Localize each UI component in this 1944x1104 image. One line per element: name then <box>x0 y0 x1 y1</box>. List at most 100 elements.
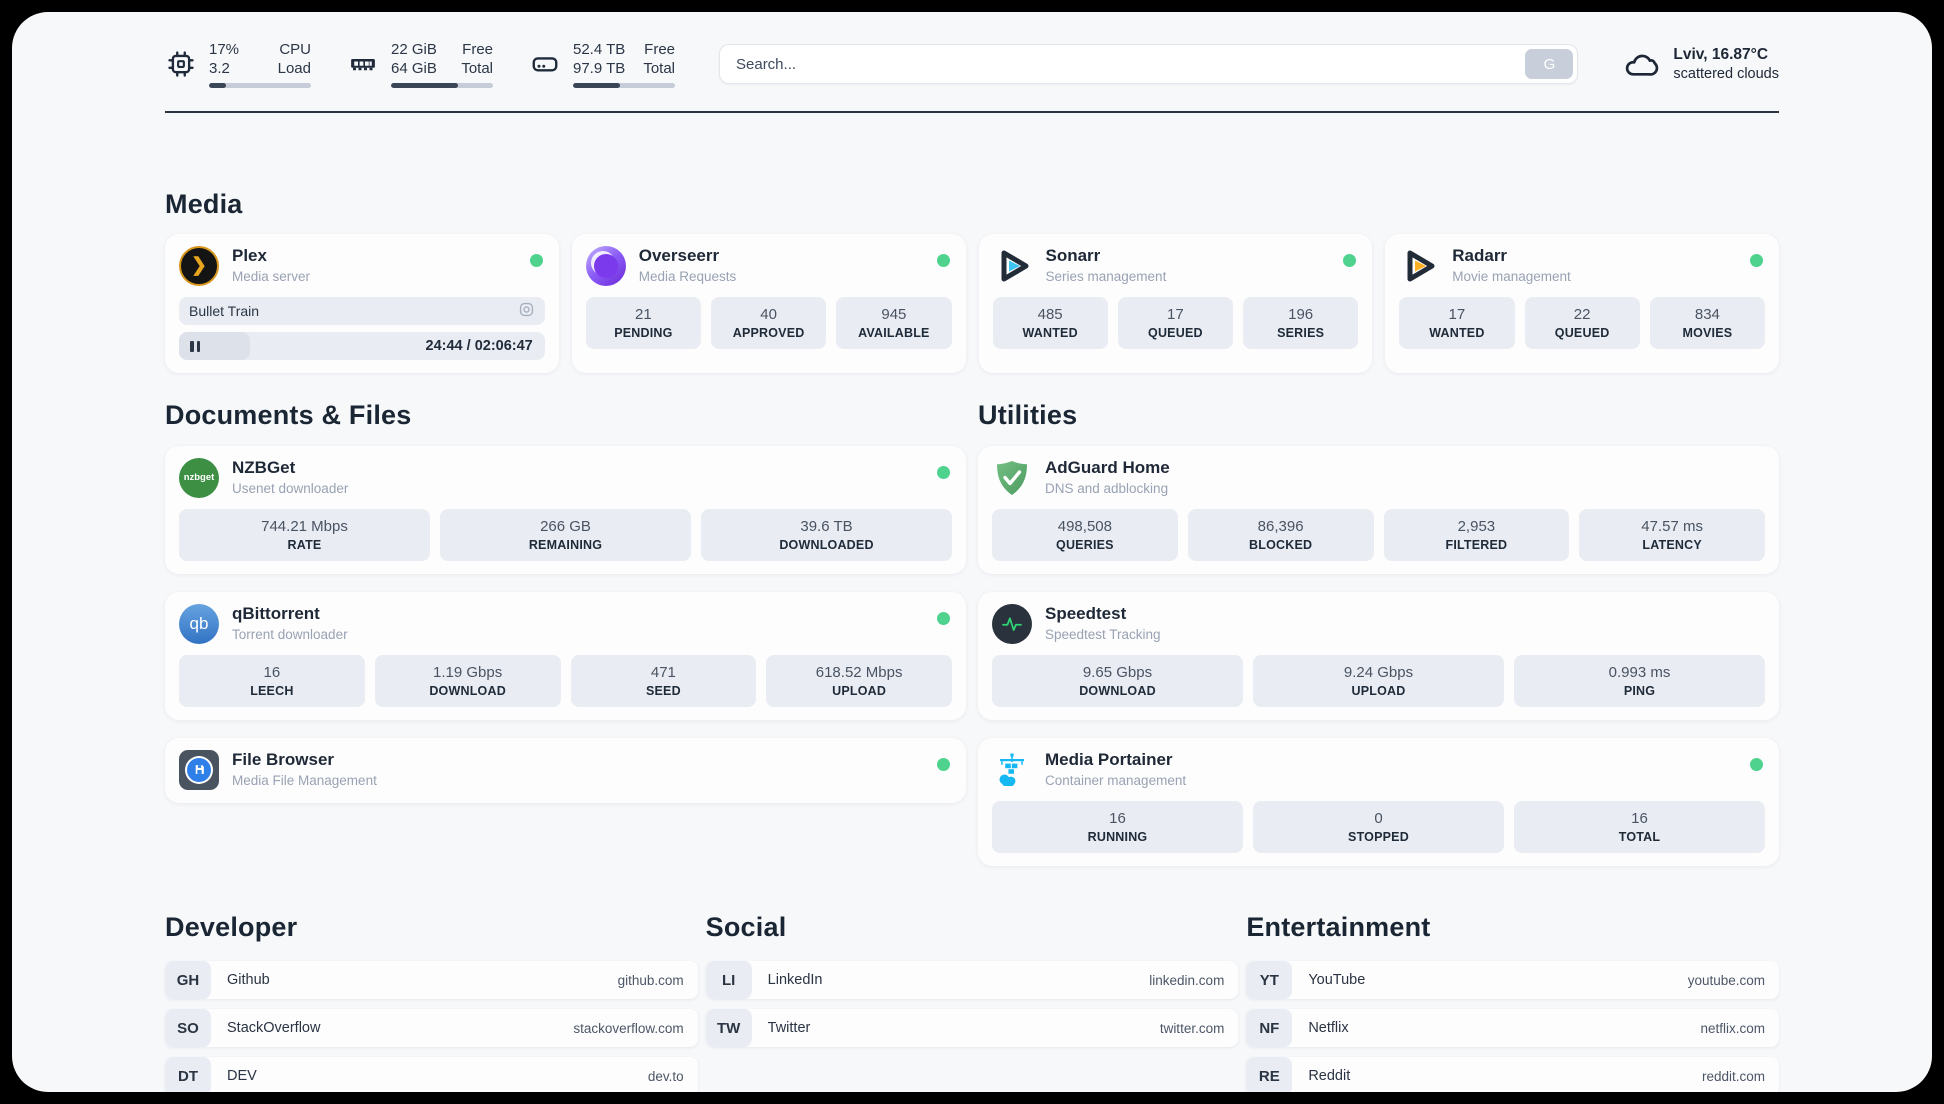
stat-tile: 0.993 ms PING <box>1514 655 1765 707</box>
ram-total: 64 GiB <box>391 60 437 77</box>
overseerr-icon <box>585 245 626 286</box>
stat-tile: 471 SEED <box>570 655 757 707</box>
search-input[interactable] <box>719 44 1579 84</box>
app-title: Overseerr <box>638 246 720 265</box>
stat-value: 16 <box>1109 810 1126 827</box>
playback-progress-bar[interactable]: 24:44 / 02:06:47 <box>179 332 545 360</box>
media-grid: ❯ Plex Media server Bullet Train 24:44 /… <box>165 234 1779 373</box>
top-bar: 17% CPU 3.2 Load 22 GiB Free 64 GiB Tota… <box>165 40 1779 88</box>
weather-widget[interactable]: Lviv, 16.87°C scattered clouds <box>1622 45 1779 84</box>
qbittorrent-icon: qb <box>179 603 219 644</box>
bookmark-dev[interactable]: DT DEV dev.to <box>165 1057 698 1092</box>
app-subtitle: Torrent downloader <box>232 627 348 642</box>
stat-tile: 17 WANTED <box>1399 297 1515 349</box>
status-online-dot <box>937 466 950 479</box>
ram-usage-widget: 22 GiB Free 64 GiB Total <box>347 40 493 88</box>
stat-value: 485 <box>1037 306 1063 323</box>
bookmark-github[interactable]: GH Github github.com <box>165 961 698 999</box>
bookmark-name: Netflix <box>1308 1020 1349 1036</box>
filebrowser-card[interactable]: File Browser Media File Management <box>165 738 966 803</box>
stat-tile: 1.19 Gbps DOWNLOAD <box>374 655 561 707</box>
adguard-card[interactable]: AdGuard Home DNS and adblocking 498,508 Q… <box>978 446 1779 574</box>
stat-label: PENDING <box>614 326 673 340</box>
stat-tile: 2,953 FILTERED <box>1383 509 1570 561</box>
search-engine-button[interactable]: G <box>1525 49 1574 79</box>
cpu-load-label: Load <box>277 60 311 77</box>
app-subtitle: Usenet downloader <box>232 481 349 496</box>
bookmark-twitter[interactable]: TW Twitter twitter.com <box>705 1009 1239 1047</box>
qbittorrent-card[interactable]: qb qBittorrent Torrent downloader 16 LEEC… <box>165 592 966 720</box>
reddit-badge: RE <box>1246 1057 1293 1092</box>
dev-badge: DT <box>165 1057 211 1092</box>
overseerr-card[interactable]: Overseerr Media Requests 21 PENDING 40 APP… <box>571 234 966 373</box>
bookmark-netflix[interactable]: NF Netflix netflix.com <box>1246 1009 1779 1047</box>
session-icon <box>518 301 535 321</box>
adguard-icon <box>992 458 1032 498</box>
stat-tile: 16 LEECH <box>179 655 365 707</box>
stat-value: 17 <box>1167 306 1184 323</box>
stat-label: UPLOAD <box>832 684 887 698</box>
app-title: NZBGet <box>232 458 296 477</box>
stat-tile: 9.24 Gbps UPLOAD <box>1253 655 1504 707</box>
stat-tile: 618.52 Mbps UPLOAD <box>766 655 952 707</box>
stat-value: 16 <box>1631 810 1648 827</box>
stat-value: 40 <box>760 306 777 323</box>
stat-value: 618.52 Mbps <box>815 664 903 681</box>
stat-tile: 498,508 QUERIES <box>992 509 1178 561</box>
stat-tile: 0 STOPPED <box>1253 801 1504 853</box>
system-stats: 17% CPU 3.2 Load 22 GiB Free 64 GiB Tota… <box>165 40 675 88</box>
youtube-badge: YT <box>1246 961 1293 999</box>
stat-value: 945 <box>881 306 907 323</box>
stat-label: TOTAL <box>1618 830 1661 844</box>
stackoverflow-badge: SO <box>165 1009 211 1047</box>
bookmark-url: stackoverflow.com <box>573 1020 684 1036</box>
stat-tile: 22 QUEUED <box>1524 297 1640 349</box>
ram-icon <box>347 48 379 80</box>
cpu-usage-widget: 17% CPU 3.2 Load <box>165 40 311 88</box>
bookmark-youtube[interactable]: YT YouTube youtube.com <box>1246 961 1779 999</box>
status-online-dot <box>937 612 950 625</box>
app-title: qBittorrent <box>232 604 320 623</box>
stat-label: QUEUED <box>1148 326 1203 340</box>
stat-tile: 9.65 Gbps DOWNLOAD <box>992 655 1243 707</box>
stat-label: QUERIES <box>1056 538 1114 552</box>
cpu-label: CPU <box>279 41 311 58</box>
stat-value: 17 <box>1448 306 1466 323</box>
portainer-card[interactable]: Media Portainer Container management 16 R… <box>978 738 1779 866</box>
stat-value: 1.19 Gbps <box>433 664 503 681</box>
disk-total: 97.9 TB <box>573 60 626 77</box>
app-subtitle: Speedtest Tracking <box>1045 627 1161 642</box>
disk-free: 52.4 TB <box>573 41 626 58</box>
nzbget-card[interactable]: nzbget NZBGet Usenet downloader 744.21 M… <box>165 446 966 574</box>
speedtest-card[interactable]: Speedtest Speedtest Tracking 9.65 Gbps DO… <box>978 592 1779 720</box>
app-title: Radarr <box>1452 246 1508 265</box>
now-playing-title: Bullet Train <box>189 303 260 319</box>
radarr-card[interactable]: Radarr Movie management 17 WANTED 22 QUEUE… <box>1385 234 1779 373</box>
bookmark-url: linkedin.com <box>1149 972 1225 988</box>
bookmark-stackoverflow[interactable]: SO StackOverflow stackoverflow.com <box>165 1009 698 1047</box>
bookmark-reddit[interactable]: RE Reddit reddit.com <box>1246 1057 1779 1092</box>
app-title: File Browser <box>232 750 335 769</box>
stat-tile: 17 QUEUED <box>1117 297 1233 349</box>
bookmark-name: Github <box>227 972 270 988</box>
nzbget-icon: nzbget <box>179 457 219 498</box>
ram-progress-bar <box>391 83 493 88</box>
disk-total-label: Total <box>643 60 675 77</box>
status-online-dot <box>1750 254 1763 267</box>
cpu-percent: 17% <box>209 41 240 58</box>
bookmark-url: github.com <box>617 972 684 988</box>
sonarr-card[interactable]: Sonarr Series management 485 WANTED 17 QUE… <box>978 234 1373 373</box>
portainer-icon <box>992 750 1032 790</box>
bookmark-linkedin[interactable]: LI LinkedIn linkedin.com <box>705 961 1239 999</box>
developer-links-column: Developer GH Github github.com SO StackO… <box>165 912 698 1092</box>
documents-section-heading: Documents & Files <box>165 400 412 430</box>
stat-tile: 16 TOTAL <box>1514 801 1765 853</box>
filebrowser-icon <box>179 749 219 790</box>
cloud-icon <box>1622 45 1660 83</box>
stat-tile: 744.21 Mbps RATE <box>179 509 430 561</box>
stat-label: QUEUED <box>1554 326 1610 340</box>
status-online-dot <box>529 254 543 267</box>
plex-card[interactable]: ❯ Plex Media server Bullet Train 24:44 /… <box>165 234 559 373</box>
stat-value: 471 <box>650 664 676 681</box>
stat-value: 86,396 <box>1257 518 1304 535</box>
